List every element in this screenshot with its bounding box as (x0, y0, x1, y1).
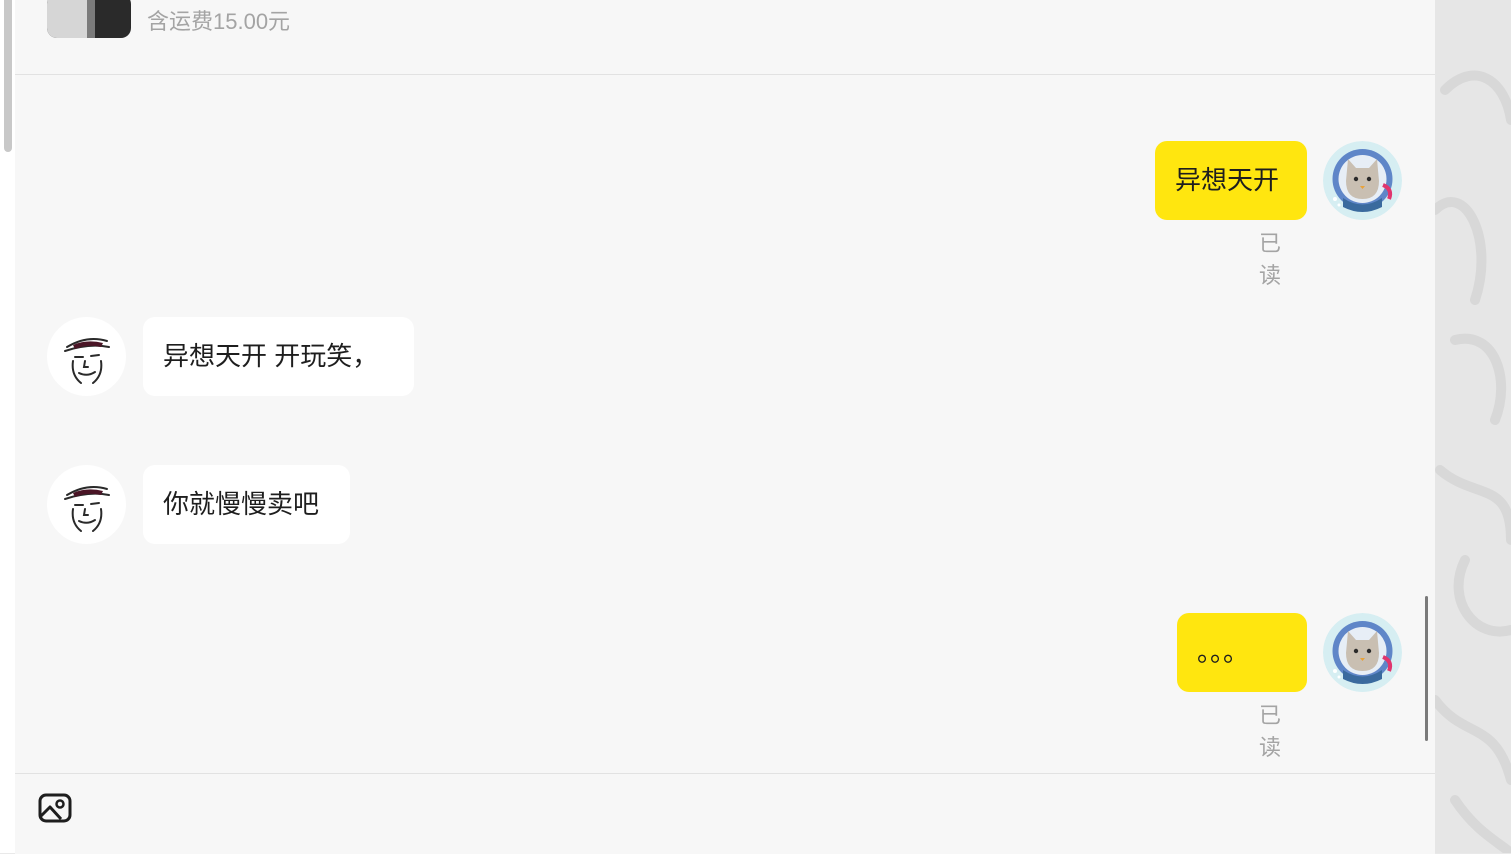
message-bubble-sent[interactable]: 。。。 (1177, 613, 1307, 692)
left-edge-strip (0, 0, 15, 853)
message-bubble-received[interactable]: 你就慢慢卖吧 (143, 465, 350, 544)
chat-panel: 含运费15.00元 异想天开 已读 异想天开 开玩笑， 你就慢慢卖吧 。。。 已… (15, 0, 1435, 854)
product-header: 含运费15.00元 (15, 0, 1435, 75)
read-status: 已读 (1259, 231, 1282, 288)
cat-astronaut-avatar-icon[interactable] (1323, 613, 1402, 692)
message-bubble-sent[interactable]: 异想天开 (1155, 141, 1307, 220)
product-thumbnail[interactable] (47, 0, 131, 38)
sketch-face-avatar-icon[interactable] (47, 465, 126, 544)
shipping-fee-text: 含运费15.00元 (147, 9, 291, 34)
read-status: 已读 (1259, 703, 1282, 760)
right-background-pattern (1435, 0, 1511, 853)
input-toolbar (15, 773, 1435, 854)
image-upload-icon[interactable] (37, 790, 73, 826)
message-bubble-received[interactable]: 异想天开 开玩笑， (143, 317, 414, 396)
chat-scrollbar[interactable] (1425, 596, 1428, 741)
sketch-face-avatar-icon[interactable] (47, 317, 126, 396)
cat-astronaut-avatar-icon[interactable] (1323, 141, 1402, 220)
left-scrollbar[interactable] (4, 0, 12, 152)
